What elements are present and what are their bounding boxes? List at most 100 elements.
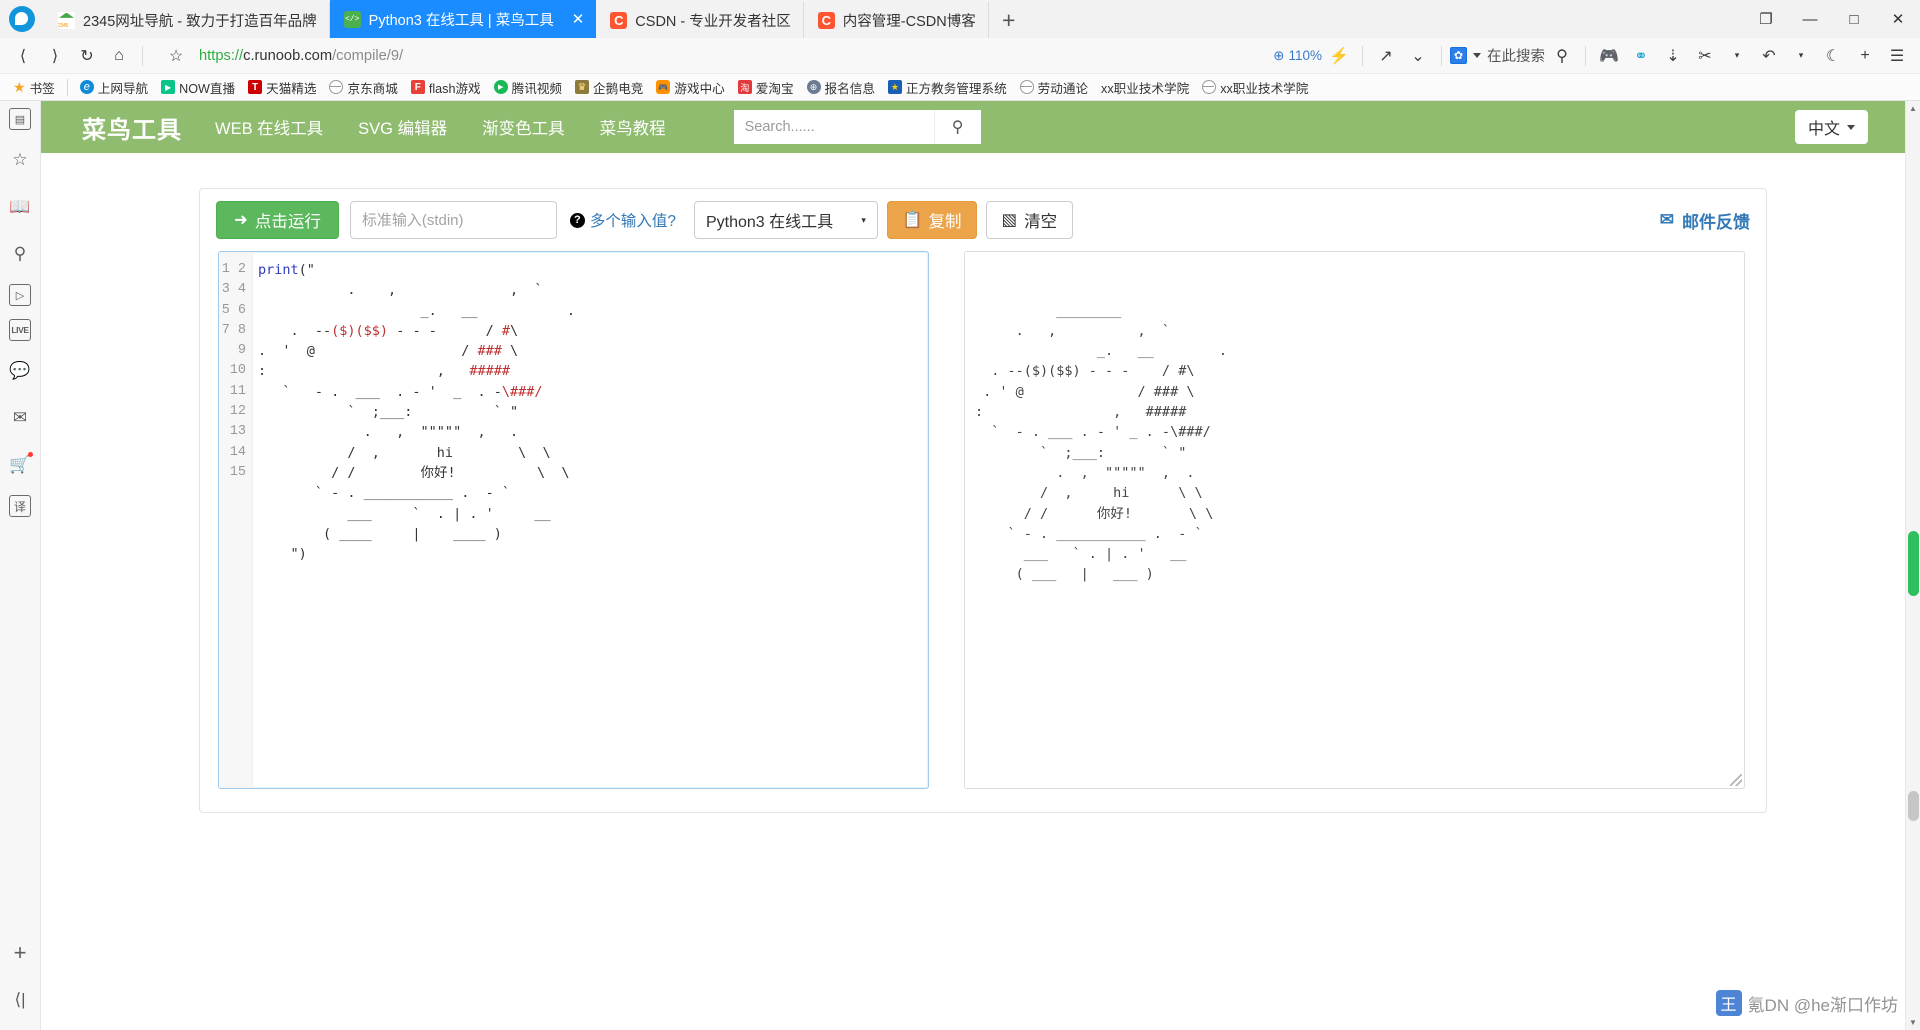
bookmark-item[interactable]: 天猫精选 — [243, 76, 321, 99]
bookmark-item[interactable]: 爱淘宝 — [733, 76, 799, 99]
bookmark-item[interactable]: 报名信息 — [802, 76, 880, 99]
nav-gradient-tool[interactable]: 渐变色工具 — [482, 115, 565, 139]
code-editor[interactable]: 1 2 3 4 5 6 7 8 9 10 11 12 13 14 15 prin… — [218, 251, 929, 789]
bookmark-label: flash游戏 — [428, 81, 481, 96]
output-pane[interactable]: ________ . , , ` _. __ . . --($)($$) - -… — [964, 251, 1745, 789]
bookmark-item[interactable]: flash游戏 — [406, 76, 486, 99]
back-icon[interactable]: ⟨ — [8, 41, 38, 71]
quick-search[interactable]: 在此搜索 — [1450, 45, 1545, 66]
bookmark-item[interactable]: 腾讯视频 — [489, 76, 567, 99]
site-brand[interactable]: 菜鸟工具 — [82, 110, 182, 145]
chevron-down-icon[interactable]: ▾ — [1786, 41, 1816, 71]
nav-runoob-tutorial[interactable]: 菜鸟教程 — [600, 115, 666, 139]
code-text-area[interactable]: print(" . , , ` _. __ . . --($)($$) - - … — [253, 252, 928, 788]
clear-button[interactable]: ▧ 清空 — [985, 201, 1074, 239]
download-icon[interactable]: ⇣ — [1658, 41, 1688, 71]
stdin-input[interactable] — [349, 201, 557, 239]
bookmark-item[interactable]: 正方教务管理系统 — [883, 76, 1012, 99]
link-icon[interactable]: ⚭ — [1626, 41, 1656, 71]
new-tab-button[interactable]: + — [989, 2, 1029, 38]
home-icon[interactable]: ⌂ — [104, 41, 134, 71]
feedback-link[interactable]: ✉ 邮件反馈 — [1660, 208, 1750, 233]
chevron-down-icon — [1847, 124, 1855, 130]
tab-title: 内容管理-CSDN博客 — [842, 13, 976, 30]
live-icon[interactable]: LIVE — [9, 319, 31, 341]
resize-handle-icon[interactable] — [1730, 774, 1742, 786]
tab-csdn-community[interactable]: CSDN - 专业开发者社区 — [596, 2, 804, 38]
maximize-button[interactable]: □ — [1832, 0, 1876, 38]
favorites-icon[interactable]: ☆ — [5, 143, 36, 177]
site-search-input[interactable] — [733, 110, 934, 144]
search-icon[interactable]: ⚲ — [1547, 41, 1577, 71]
book-icon[interactable]: 📖 — [5, 190, 36, 224]
collapse-sidebar-icon[interactable]: ⟨| — [5, 983, 36, 1017]
menu-icon[interactable]: ☰ — [1882, 41, 1912, 71]
line-number-gutter: 1 2 3 4 5 6 7 8 9 10 11 12 13 14 15 — [219, 252, 253, 788]
tab-list: 2345网址导航 - 致力于打造百年品牌 Python3 在线工具 | 菜鸟工具… — [44, 0, 1744, 38]
bookmark-item[interactable]: xx职业技术学院 — [1197, 76, 1313, 99]
add-panel-icon[interactable]: + — [5, 936, 36, 970]
tab-runoob-python3[interactable]: Python3 在线工具 | 菜鸟工具 ✕ — [329, 0, 597, 38]
forward-icon[interactable]: ⟩ — [40, 41, 70, 71]
scroll-down-icon[interactable]: ▼ — [1906, 1015, 1920, 1030]
multi-input-hint[interactable]: ? 多个输入值? — [569, 209, 676, 231]
translate-icon[interactable]: 译 — [9, 495, 31, 517]
plus-icon[interactable]: + — [1850, 41, 1880, 71]
page-scrollbar[interactable]: ▲ ▼ — [1905, 101, 1920, 1030]
chevron-down-icon[interactable]: ▾ — [1722, 41, 1752, 71]
zoom-in-icon[interactable]: ⊕ — [1273, 48, 1284, 64]
site-search-button[interactable]: ⚲ — [933, 110, 981, 144]
minimize-button[interactable]: — — [1788, 0, 1832, 38]
copy-button[interactable]: 📋 复制 — [886, 201, 977, 239]
nav-svg-editor[interactable]: SVG 编辑器 — [358, 115, 447, 139]
bookmark-label: xx职业技术学院 — [1220, 81, 1309, 96]
globe-icon — [1202, 80, 1217, 94]
csdn-favicon-icon — [610, 11, 628, 29]
tab-2345[interactable]: 2345网址导航 - 致力于打造百年品牌 — [44, 2, 330, 38]
chevron-down-icon[interactable]: ⌄ — [1403, 41, 1433, 71]
bookmark-item[interactable]: 游戏中心 — [651, 76, 729, 99]
mail-icon[interactable]: ✉ — [5, 401, 36, 435]
chat-icon[interactable]: 💬 — [5, 354, 36, 388]
run-button[interactable]: ➜ 点击运行 — [216, 201, 339, 239]
bookmark-item[interactable]: 企鹅电竞 — [570, 76, 648, 99]
baidu-paw-icon[interactable] — [1450, 47, 1467, 64]
moon-icon[interactable]: ☾ — [1818, 41, 1848, 71]
bookmark-item[interactable]: NOW直播 — [156, 76, 240, 99]
nav-web-tools[interactable]: WEB 在线工具 — [215, 115, 323, 139]
share-icon[interactable]: ↗ — [1371, 41, 1401, 71]
star-icon[interactable]: ☆ — [161, 41, 191, 71]
close-icon[interactable]: ✕ — [562, 12, 585, 27]
search-icon[interactable]: ⚲ — [5, 237, 36, 271]
restore-down-button[interactable]: ❐ — [1744, 0, 1788, 38]
tab-csdn-blog-admin[interactable]: 内容管理-CSDN博客 — [804, 2, 989, 38]
site-search: ⚲ — [733, 110, 981, 144]
bookmark-label: NOW直播 — [179, 81, 236, 96]
address-bar[interactable]: ☆ https://c.runoob.com/compile/9/ — [157, 43, 1265, 69]
zoom-indicator[interactable]: ⊕ 110% — [1273, 48, 1322, 64]
browser-logo-icon — [9, 6, 35, 32]
bookmark-item[interactable]: 上网导航 — [75, 76, 153, 99]
language-selector[interactable]: 中文 — [1795, 110, 1868, 144]
bookmark-item[interactable]: 劳动通论 — [1015, 76, 1093, 99]
cart-icon[interactable]: 🛒 — [5, 448, 36, 482]
bookmark-item[interactable]: 京东商城 — [324, 76, 402, 99]
code-favicon-icon — [343, 10, 361, 28]
history-icon[interactable]: ↶ — [1754, 41, 1784, 71]
window-close-button[interactable]: ✕ — [1876, 0, 1920, 38]
gamepad-icon[interactable]: 🎮 — [1594, 41, 1624, 71]
page-content: ➜ 点击运行 ? 多个输入值? Python3 在线工具 ▾ — [41, 153, 1920, 813]
bookmark-item[interactable]: xx职业技术学院 — [1096, 76, 1194, 99]
lightning-icon[interactable]: ⚡ — [1324, 41, 1354, 71]
translate-label: 译 — [13, 499, 26, 514]
scrollbar-thumb-secondary[interactable] — [1908, 791, 1919, 821]
chevron-down-icon[interactable] — [1473, 53, 1481, 58]
scroll-up-icon[interactable]: ▲ — [1906, 101, 1920, 116]
video-icon[interactable]: ▷ — [9, 284, 31, 306]
scissors-icon[interactable]: ✂ — [1690, 41, 1720, 71]
bookmark-folder-shuqian[interactable]: ★ 书签 — [8, 76, 60, 99]
scrollbar-thumb[interactable] — [1908, 531, 1919, 596]
reload-icon[interactable]: ↻ — [72, 41, 102, 71]
language-select[interactable]: Python3 在线工具 ▾ — [693, 201, 878, 239]
reader-icon[interactable]: ▤ — [9, 108, 31, 130]
